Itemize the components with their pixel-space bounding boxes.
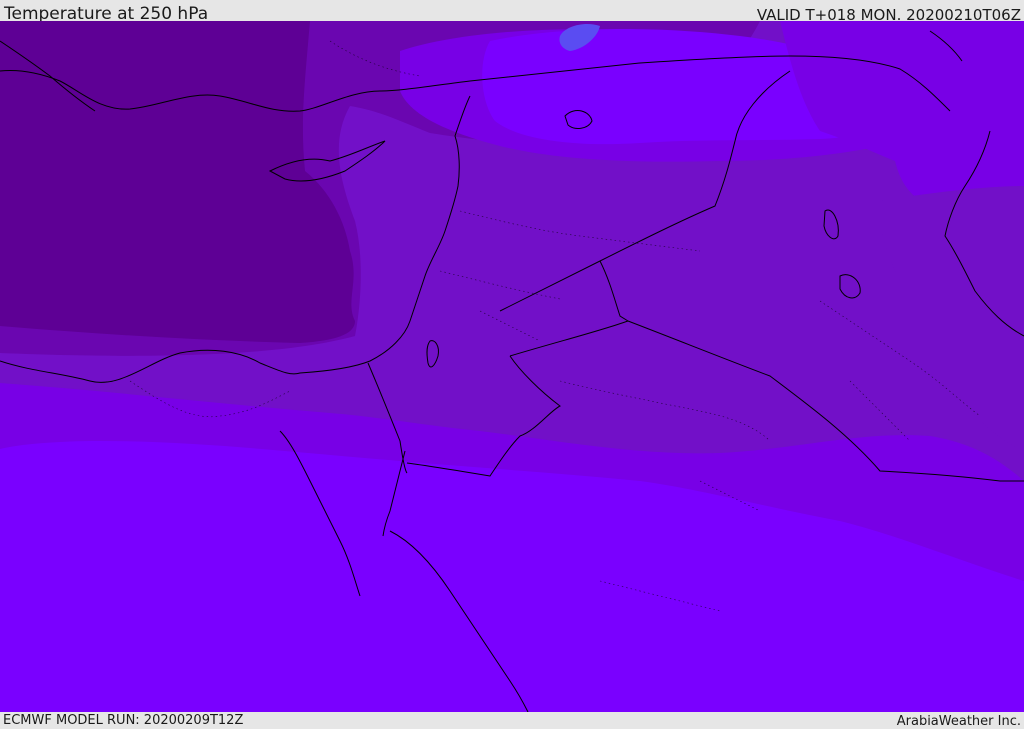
map-canvas — [0, 21, 1024, 712]
footer-bar: ECMWF MODEL RUN: 20200209T12Z ArabiaWeat… — [0, 712, 1024, 729]
weather-map-page: Temperature at 250 hPa VALID T+018 MON. … — [0, 0, 1024, 729]
band-coldest — [0, 21, 355, 343]
model-run-label: ECMWF MODEL RUN: 20200209T12Z — [3, 713, 244, 728]
header-bar: Temperature at 250 hPa VALID T+018 MON. … — [0, 0, 1024, 24]
credit-label: ArabiaWeather Inc. — [896, 714, 1021, 729]
temperature-map[interactable] — [0, 21, 1024, 712]
